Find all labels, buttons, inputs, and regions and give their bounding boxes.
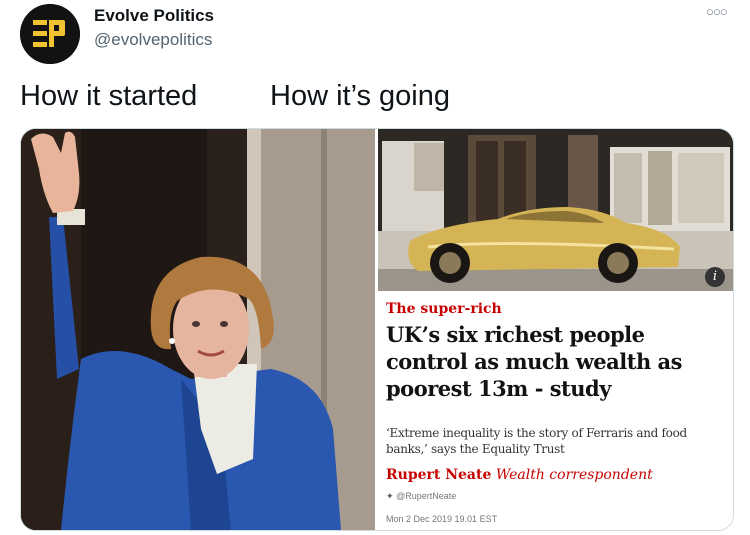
- politician-waving-photo[interactable]: [21, 129, 375, 530]
- gold-sports-car-image: [378, 129, 733, 291]
- tweet-text: How it started How it’s going: [20, 80, 450, 113]
- display-name[interactable]: Evolve Politics: [94, 6, 214, 26]
- user-handle[interactable]: @evolvepolitics: [94, 30, 212, 50]
- caption-right: How it’s going: [270, 80, 451, 112]
- article-byline: Rupert Neate Wealth correspondent: [386, 467, 653, 483]
- author-name[interactable]: Rupert Neate: [386, 467, 491, 483]
- author-twitter[interactable]: ✦ @RupertNeate: [386, 491, 456, 502]
- article-date: Mon 2 Dec 2019 19.01 EST: [386, 514, 498, 524]
- article-kicker: The super-rich: [386, 301, 502, 317]
- news-article-screenshot[interactable]: i The super-rich UK’s six richest people…: [378, 129, 733, 530]
- author-twitter-handle[interactable]: @RupertNeate: [396, 491, 456, 501]
- info-icon[interactable]: i: [705, 267, 725, 287]
- article-headline[interactable]: UK’s six richest people control as much …: [386, 321, 726, 402]
- author-role: Wealth correspondent: [495, 467, 653, 483]
- politician-waving-image: [21, 129, 375, 530]
- evolve-politics-logo-icon: [20, 4, 80, 64]
- caption-left: How it started: [20, 80, 198, 112]
- gold-sports-car-photo[interactable]: [378, 129, 733, 291]
- media-container[interactable]: i The super-rich UK’s six richest people…: [20, 128, 734, 531]
- more-options-icon[interactable]: ○○○: [706, 4, 728, 19]
- twitter-bird-icon: ✦: [386, 491, 394, 501]
- article-standfirst: ‘Extreme inequality is the story of Ferr…: [386, 426, 687, 456]
- avatar[interactable]: [20, 4, 80, 64]
